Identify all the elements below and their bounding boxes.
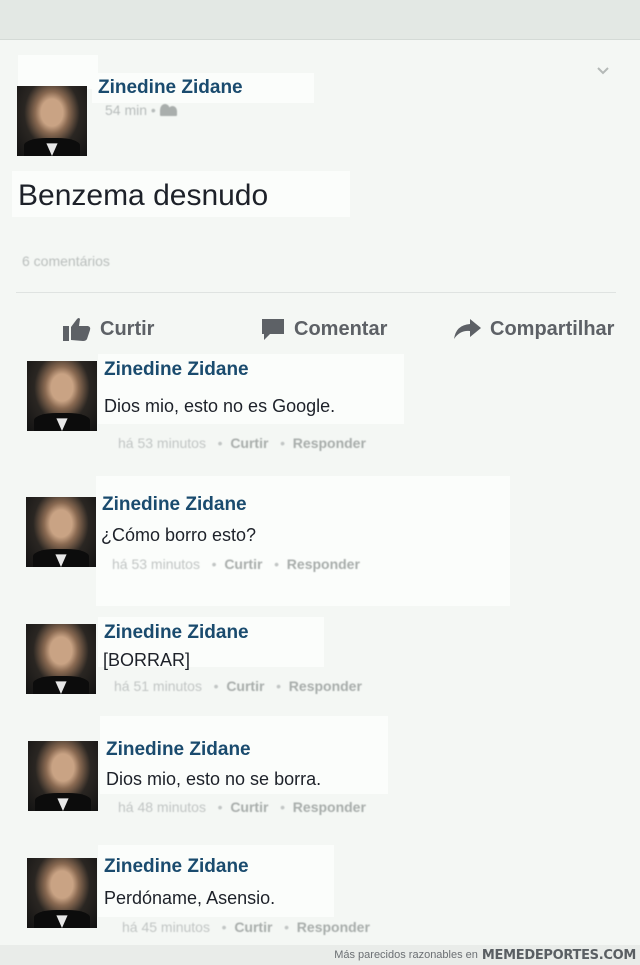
comment-text: Dios mio, esto no es Google. xyxy=(104,396,336,416)
comment-text: [BORRAR] xyxy=(103,650,191,670)
group-icon xyxy=(159,104,178,116)
share-button[interactable]: Compartilhar xyxy=(452,314,614,344)
comment-author-name[interactable]: Zinedine Zidane xyxy=(106,739,251,761)
comment-time[interactable]: há 53 minutos xyxy=(118,435,206,451)
comment-text: Perdóname, Asensio. xyxy=(104,888,276,908)
comment-author-name[interactable]: Zinedine Zidane xyxy=(104,856,249,878)
post-author-name[interactable]: Zinedine Zidane xyxy=(92,73,314,103)
comment-meta: há 48 minutos • Curtir • Responder xyxy=(118,799,366,815)
share-label: Compartilhar xyxy=(490,317,615,340)
comment-button[interactable]: Comentar xyxy=(260,314,387,344)
watermark-footer: Más parecidos razonables en MEMEDEPORTES… xyxy=(0,945,640,965)
comment-like-link[interactable]: Curtir xyxy=(230,435,268,451)
comment-time[interactable]: há 51 minutos xyxy=(114,678,202,694)
comment-icon xyxy=(262,319,284,340)
comment-reply-link[interactable]: Responder xyxy=(287,556,360,572)
divider xyxy=(16,292,616,293)
comment-meta: há 51 minutos • Curtir • Responder xyxy=(114,678,362,694)
like-button[interactable]: Curtir xyxy=(62,314,154,344)
post-meta: 54 min • xyxy=(105,102,178,118)
chevron-down-icon[interactable] xyxy=(596,64,610,78)
comment-meta: há 53 minutos • Curtir • Responder xyxy=(118,435,366,451)
comment-like-link[interactable]: Curtir xyxy=(226,678,264,694)
comment-text: ¿Cómo borro esto? xyxy=(101,525,257,545)
comment-text: Dios mio, esto no se borra. xyxy=(106,769,322,789)
comment-author-name[interactable]: Zinedine Zidane xyxy=(104,622,249,644)
comment-reply-link[interactable]: Responder xyxy=(293,799,366,815)
comment-like-link[interactable]: Curtir xyxy=(230,799,268,815)
comment-author-avatar[interactable] xyxy=(27,858,97,928)
share-arrow-icon xyxy=(454,319,481,339)
comment-meta: há 45 minutos • Curtir • Responder xyxy=(122,919,370,935)
watermark-tagline: Más parecidos razonables en xyxy=(334,949,478,961)
post-author-avatar[interactable] xyxy=(17,86,87,156)
comment-meta: há 53 minutos • Curtir • Responder xyxy=(112,556,360,572)
comment-time[interactable]: há 48 minutos xyxy=(118,799,206,815)
post-header-highlight xyxy=(18,55,98,89)
thumbs-up-icon xyxy=(63,318,91,341)
top-bar xyxy=(0,0,640,40)
comment-author-name[interactable]: Zinedine Zidane xyxy=(104,359,249,381)
comment-like-link[interactable]: Curtir xyxy=(234,919,272,935)
comment-time[interactable]: há 45 minutos xyxy=(122,919,210,935)
like-label: Curtir xyxy=(100,317,155,340)
comment-author-avatar[interactable] xyxy=(27,361,97,431)
post-time[interactable]: 54 min xyxy=(105,102,147,118)
comment-label: Comentar xyxy=(294,317,388,340)
comment-reply-link[interactable]: Responder xyxy=(289,678,362,694)
comment-author-avatar[interactable] xyxy=(26,497,96,567)
comment-author-avatar[interactable] xyxy=(26,624,96,694)
comment-reply-link[interactable]: Responder xyxy=(297,919,370,935)
watermark-brand: MEMEDEPORTES.COM xyxy=(481,947,636,963)
comment-time[interactable]: há 53 minutos xyxy=(112,556,200,572)
post-text: Benzema desnudo xyxy=(12,171,350,217)
comment-author-avatar[interactable] xyxy=(28,741,98,811)
comment-author-name[interactable]: Zinedine Zidane xyxy=(102,494,247,516)
comment-reply-link[interactable]: Responder xyxy=(293,435,366,451)
comment-like-link[interactable]: Curtir xyxy=(224,556,262,572)
comment-count[interactable]: 6 comentários xyxy=(22,253,110,269)
